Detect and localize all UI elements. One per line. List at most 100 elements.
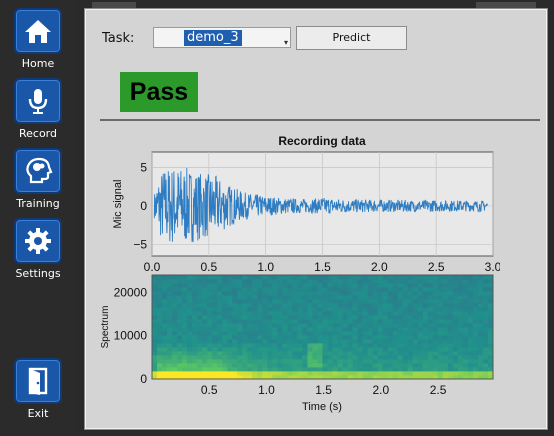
spectrogram-cell [417, 295, 424, 300]
spectrogram-cell [392, 363, 399, 368]
spectrogram-cell [482, 359, 489, 364]
spectrogram-cell [257, 347, 263, 352]
spectrogram-cell [322, 307, 328, 312]
spectrogram-cell [187, 351, 193, 356]
sidebar-item-settings[interactable]: Settings [4, 218, 72, 280]
spectrogram-cell [322, 291, 328, 296]
spectrogram-cell [162, 299, 168, 304]
spectrogram-cell [312, 363, 318, 368]
spectrogram-cell [262, 283, 268, 288]
spectrogram-cell [307, 327, 313, 332]
spectrogram-cell [322, 311, 328, 316]
spectrogram-cell [252, 319, 258, 324]
spectrogram-cell [307, 335, 313, 340]
spectrogram-cell [182, 371, 188, 376]
spectrogram-cell [467, 279, 474, 284]
spectrogram-cell [457, 327, 464, 332]
spectrogram-cell [407, 275, 414, 280]
spectrogram-cell [467, 339, 474, 344]
spectrogram-cell [182, 303, 188, 308]
spectrogram-cell [357, 283, 364, 288]
spectrogram-cell [347, 319, 353, 324]
spectrogram-cell [272, 351, 278, 356]
spectrogram-cell [427, 303, 434, 308]
spectrogram-cell [387, 319, 394, 324]
spectrogram-cell [372, 323, 379, 328]
spectrogram-cell [187, 339, 193, 344]
spectrogram-cell [282, 359, 288, 364]
spectrogram-cell [282, 331, 288, 336]
spectrogram-cell [182, 311, 188, 316]
spectrogram-cell [432, 295, 439, 300]
spectrogram-cell [227, 291, 233, 296]
spectrogram-cell [357, 275, 364, 280]
spectrogram-cell [437, 311, 444, 316]
spectrogram-cell [227, 315, 233, 320]
sidebar-item-home[interactable]: Home [4, 8, 72, 70]
spectrogram-cell [302, 335, 308, 340]
spectrogram-cell [337, 363, 343, 368]
spectrogram-cell [382, 319, 389, 324]
spectrogram [152, 275, 494, 380]
spectrogram-cell [212, 291, 218, 296]
spectrogram-cell [317, 343, 323, 348]
spectrogram-cell [457, 295, 464, 300]
spectrogram-cell [262, 355, 268, 360]
task-select[interactable]: demo_3 ▾ [153, 27, 291, 48]
spectrogram-cell [252, 347, 258, 352]
spectrogram-cell [287, 347, 293, 352]
spectrogram-cell [192, 347, 198, 352]
spectrogram-cell [292, 335, 298, 340]
spectrogram-cell [267, 279, 273, 284]
spectrogram-cell [457, 343, 464, 348]
spectrogram-cell [402, 275, 409, 280]
spectrogram-cell [442, 327, 449, 332]
spectrogram-cell [357, 287, 364, 292]
sidebar-item-record[interactable]: Record [4, 78, 72, 140]
spectrogram-cell [397, 315, 404, 320]
spectrogram-cell [362, 347, 369, 352]
spectrogram-cell [197, 315, 203, 320]
spectrogram-cell [207, 319, 213, 324]
predict-button[interactable]: Predict [296, 26, 407, 50]
spectrogram-cell [252, 295, 258, 300]
spectrogram-x-label: Time (s) [302, 401, 342, 413]
spectrogram-cell [152, 343, 158, 348]
spectrogram-cell [282, 283, 288, 288]
spectrogram-cell [237, 279, 243, 284]
spectrogram-cell [192, 311, 198, 316]
spectrogram-cell [222, 291, 228, 296]
spectrogram-cell [207, 327, 213, 332]
spectrogram-cell [482, 307, 489, 312]
sidebar-item-exit[interactable]: Exit [4, 358, 72, 420]
spectrogram-cell [462, 371, 469, 376]
spectrogram-cell [462, 339, 469, 344]
spectrogram-cell [447, 347, 454, 352]
spectrogram-cell [357, 295, 364, 300]
spectrogram-cell [372, 367, 379, 372]
spectrogram-cell [342, 279, 348, 284]
spectrogram-cell [152, 351, 158, 356]
spectrogram-cell [452, 283, 459, 288]
spectrogram-cell [267, 295, 273, 300]
spectrogram-cell [167, 283, 173, 288]
spectrogram-cell [202, 311, 208, 316]
spectrogram-cell [372, 295, 379, 300]
spectrogram-cell [362, 339, 369, 344]
spectrogram-cell [467, 311, 474, 316]
spectrogram-cell [447, 307, 454, 312]
spectrogram-cell [322, 343, 328, 348]
spectrogram-cell [357, 291, 364, 296]
spectrogram-cell [432, 335, 439, 340]
spectrogram-cell [387, 367, 394, 372]
spectrogram-cell [197, 355, 203, 360]
spectrogram-cell [357, 343, 364, 348]
spectrogram-cell [277, 335, 283, 340]
spectrogram-cell [202, 319, 208, 324]
spectrogram-cell [232, 367, 238, 372]
spectrogram-cell [342, 327, 348, 332]
sidebar-item-training[interactable]: Training [4, 148, 72, 210]
spectrogram-cell [302, 283, 308, 288]
spectrogram-cell [202, 343, 208, 348]
spectrogram-cell [442, 359, 449, 364]
